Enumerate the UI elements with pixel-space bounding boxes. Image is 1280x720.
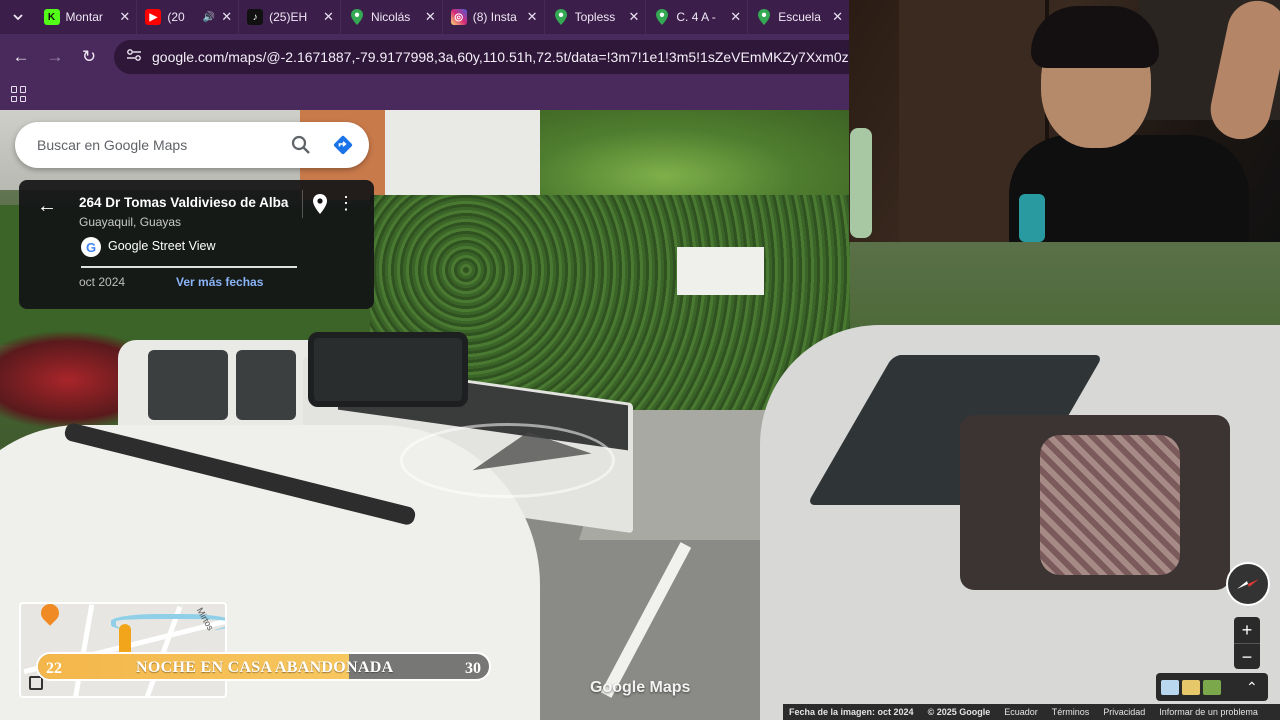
report-problem-link[interactable]: Informar de un problema	[1159, 707, 1258, 717]
tab-title: (20	[167, 10, 185, 24]
location-pin-icon[interactable]	[312, 194, 330, 216]
minimap[interactable]: Mirtos	[19, 602, 227, 698]
google-g-icon: G	[81, 237, 101, 257]
country-link[interactable]: Ecuador	[1004, 707, 1038, 717]
tab-title: C. 4 A -	[676, 10, 716, 24]
url-text[interactable]: google.com/maps/@-2.1671887,-79.9177998,…	[152, 49, 850, 65]
tab-3[interactable]: Nicolás ✕	[341, 0, 443, 34]
map-layer-thumb[interactable]	[1161, 679, 1179, 695]
close-icon[interactable]: ✕	[221, 9, 232, 25]
divider	[81, 266, 297, 268]
van-seat	[1040, 435, 1180, 575]
maps-footer: Fecha de la imagen: oct 2024 © 2025 Goog…	[783, 704, 1280, 720]
goal-end: 30	[465, 660, 481, 677]
wall-sign	[677, 247, 764, 295]
chevron-up-icon[interactable]: ⌃	[1246, 679, 1258, 696]
divider	[302, 190, 303, 218]
close-icon[interactable]: ✕	[119, 9, 130, 25]
tiktok-icon: ♪	[247, 9, 264, 25]
reload-icon[interactable]: ↻	[72, 40, 106, 74]
youtube-icon: ▶	[145, 9, 162, 25]
silver-van	[760, 325, 1280, 720]
tab-title: (8) Insta	[472, 10, 517, 24]
tab-title: Topless	[574, 10, 616, 24]
car-stripe	[63, 421, 417, 527]
site-settings-icon[interactable]	[126, 48, 142, 67]
terms-link[interactable]: Términos	[1052, 707, 1090, 717]
bookmarks-bar	[0, 80, 850, 110]
tab-title: (25)EH	[269, 10, 308, 24]
tab-2[interactable]: ♪ (25)EH ✕	[239, 0, 341, 34]
truck-window	[236, 350, 296, 420]
maps-pin-icon	[553, 9, 569, 25]
tab-title: Montar	[65, 10, 103, 24]
zoom-in-button[interactable]: +	[1234, 617, 1260, 643]
privacy-link[interactable]: Privacidad	[1103, 707, 1145, 717]
goal-start: 22	[46, 660, 62, 677]
streamer-shirt	[1009, 135, 1249, 242]
zoom-controls: + −	[1234, 617, 1260, 669]
close-icon[interactable]: ✕	[527, 9, 538, 25]
search-input[interactable]: Buscar en Google Maps	[37, 137, 281, 153]
tab-6[interactable]: C. 4 A - ✕	[646, 0, 749, 34]
forward-arrow-icon[interactable]: →	[38, 40, 72, 74]
webcam-overlay	[849, 0, 1280, 242]
tab-search-chevron-icon[interactable]	[0, 0, 36, 34]
stream-goal-bar: 22 NOCHE EN CASA ABANDONADA 30	[36, 652, 491, 681]
place-title: 264 Dr Tomas Valdivieso de Alba	[79, 195, 289, 210]
zoom-out-button[interactable]: −	[1234, 644, 1260, 670]
tab-0[interactable]: K Montar ✕	[36, 0, 138, 34]
truck-rear-window	[308, 332, 468, 407]
maps-pin-icon	[654, 9, 670, 25]
tab-1[interactable]: ▶ (20 🔊 ✕	[137, 0, 240, 34]
place-card: ← 264 Dr Tomas Valdivieso de Alba Guayaq…	[19, 180, 374, 309]
place-subtitle: Guayaquil, Guayas	[79, 215, 182, 229]
tab-5[interactable]: Topless ✕	[545, 0, 647, 34]
tab-strip: K Montar ✕ ▶ (20 🔊 ✕ ♪ (25)EH ✕ Nicolás …	[0, 0, 851, 34]
copyright: © 2025 Google	[927, 707, 991, 717]
streamer-hair	[1031, 6, 1159, 68]
close-icon[interactable]: ✕	[323, 9, 334, 25]
instagram-icon: ◎	[450, 9, 467, 25]
back-arrow-icon[interactable]: ←	[4, 40, 38, 74]
google-maps-watermark: Google Maps	[590, 679, 691, 696]
tab-4[interactable]: ◎ (8) Insta ✕	[443, 0, 545, 34]
more-options-icon[interactable]: ⋮	[337, 192, 355, 216]
speaker-icon[interactable]: 🔊	[203, 12, 215, 23]
maps-pin-icon	[756, 9, 772, 25]
image-date: Fecha de la imagen: oct 2024	[789, 707, 914, 717]
tab-7[interactable]: Escuela ✕	[748, 0, 851, 34]
satellite-layer-thumb[interactable]	[1203, 679, 1221, 695]
water-bottle	[850, 128, 872, 238]
capture-date: oct 2024	[79, 275, 126, 289]
imagery-source: Google Street View	[108, 239, 216, 253]
tab-title: Nicolás	[370, 10, 411, 24]
apps-grid-icon[interactable]	[11, 86, 27, 102]
truck-window	[148, 350, 228, 420]
layers-panel[interactable]: ⌃	[1156, 673, 1268, 701]
terrain-layer-thumb[interactable]	[1182, 679, 1200, 695]
close-icon[interactable]: ✕	[628, 9, 639, 25]
directions-icon[interactable]	[321, 125, 365, 165]
tab-title: Escuela	[778, 10, 821, 24]
close-icon[interactable]: ✕	[425, 9, 436, 25]
goal-title: NOCHE EN CASA ABANDONADA	[136, 659, 394, 676]
k-icon: K	[43, 9, 60, 25]
back-arrow-icon[interactable]: ←	[37, 194, 61, 218]
maps-pin-icon	[349, 9, 365, 25]
restaurant-pin-icon[interactable]	[37, 604, 63, 626]
omnibox[interactable]: google.com/maps/@-2.1671887,-79.9177998,…	[114, 40, 850, 74]
microphone	[1019, 194, 1045, 242]
see-more-dates-link[interactable]: Ver más fechas	[176, 275, 263, 289]
address-bar-row: ← → ↻ google.com/maps/@-2.1671887,-79.91…	[0, 34, 850, 80]
close-icon[interactable]: ✕	[832, 9, 843, 25]
maps-search-box[interactable]: Buscar en Google Maps	[15, 122, 369, 168]
compass-icon[interactable]	[1226, 562, 1270, 606]
search-icon[interactable]	[281, 125, 321, 165]
close-icon[interactable]: ✕	[730, 9, 741, 25]
